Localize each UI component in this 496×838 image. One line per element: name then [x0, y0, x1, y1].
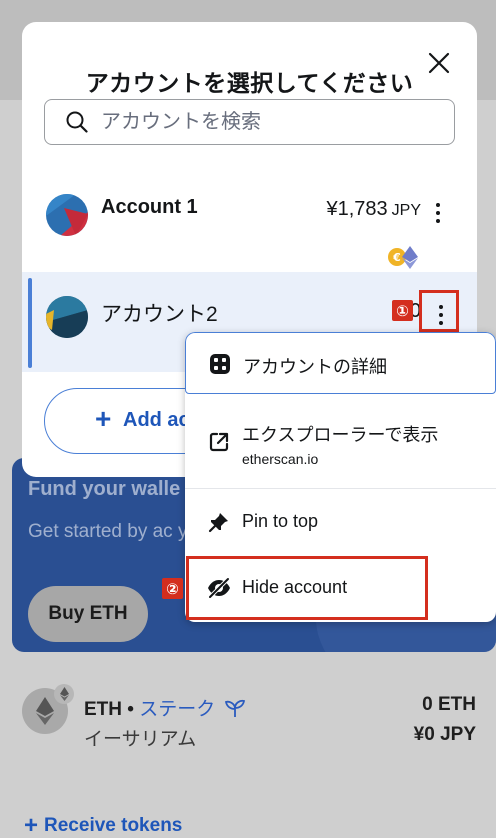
menu-item-label: アカウントの詳細 — [243, 357, 387, 377]
menu-item-label: Pin to top — [242, 511, 319, 531]
search-box — [44, 99, 455, 145]
account-currency: JPY — [391, 202, 421, 219]
close-icon — [428, 52, 450, 74]
selected-indicator — [28, 278, 32, 368]
account-balance-value: ¥1,783 — [326, 198, 388, 220]
token-name: イーサリアム — [84, 729, 197, 750]
account-name: Account 1 — [101, 196, 198, 218]
token-fiat-value: ¥0 JPY — [413, 724, 476, 745]
account-options-button[interactable] — [425, 196, 451, 230]
buy-eth-button[interactable]: Buy ETH — [28, 586, 148, 642]
network-icons: € — [387, 244, 421, 270]
sprout-icon — [224, 699, 245, 717]
token-separator: • — [122, 699, 140, 720]
search-input[interactable] — [101, 100, 441, 144]
banner-title: Fund your walle — [28, 478, 181, 500]
menu-item-pin-to-top[interactable]: Pin to top — [185, 489, 496, 555]
token-title: ETH • ステーク — [84, 694, 245, 721]
token-row-eth[interactable]: ETH • ステーク イーサリアム 0 ETH ¥0 JPY — [0, 680, 496, 760]
token-symbol: ETH — [84, 699, 122, 720]
annotation-marker-2: ② — [162, 578, 183, 599]
menu-item-sublabel: etherscan.io — [242, 451, 319, 467]
menu-item-label: エクスプローラーで表示 — [242, 425, 439, 445]
close-button[interactable] — [424, 48, 454, 78]
eth-token-icon — [22, 684, 74, 734]
token-balance: 0 ETH — [422, 694, 476, 715]
account-row-1[interactable]: Account 1 ¥1,783 JPY € — [22, 170, 477, 270]
stake-link[interactable]: ステーク — [139, 699, 215, 720]
scan-icon — [208, 352, 232, 376]
avatar — [46, 296, 88, 338]
pin-icon — [207, 510, 231, 534]
network-badge-icon — [54, 684, 74, 704]
search-icon — [66, 111, 88, 133]
svg-text:€: € — [392, 251, 401, 264]
export-icon — [207, 430, 231, 454]
account-name: アカウント2 — [101, 303, 218, 326]
avatar — [46, 194, 88, 236]
receive-tokens-link[interactable]: + Receive tokens — [24, 812, 182, 838]
annotation-marker-1: ① — [392, 300, 413, 321]
modal-title: アカウントを選択してください — [85, 70, 414, 96]
annotation-highlight-1 — [419, 290, 459, 332]
add-account-label: Add ac — [123, 409, 190, 431]
menu-item-view-on-explorer[interactable]: エクスプローラーで表示 etherscan.io — [185, 394, 496, 489]
account-balance: ¥1,783 JPY — [326, 198, 421, 221]
menu-item-account-details[interactable]: アカウントの詳細 — [185, 332, 496, 394]
plus-icon: + — [24, 812, 39, 838]
annotation-highlight-2 — [186, 556, 428, 620]
receive-tokens-label: Receive tokens — [44, 815, 183, 836]
plus-icon: + — [95, 403, 112, 434]
